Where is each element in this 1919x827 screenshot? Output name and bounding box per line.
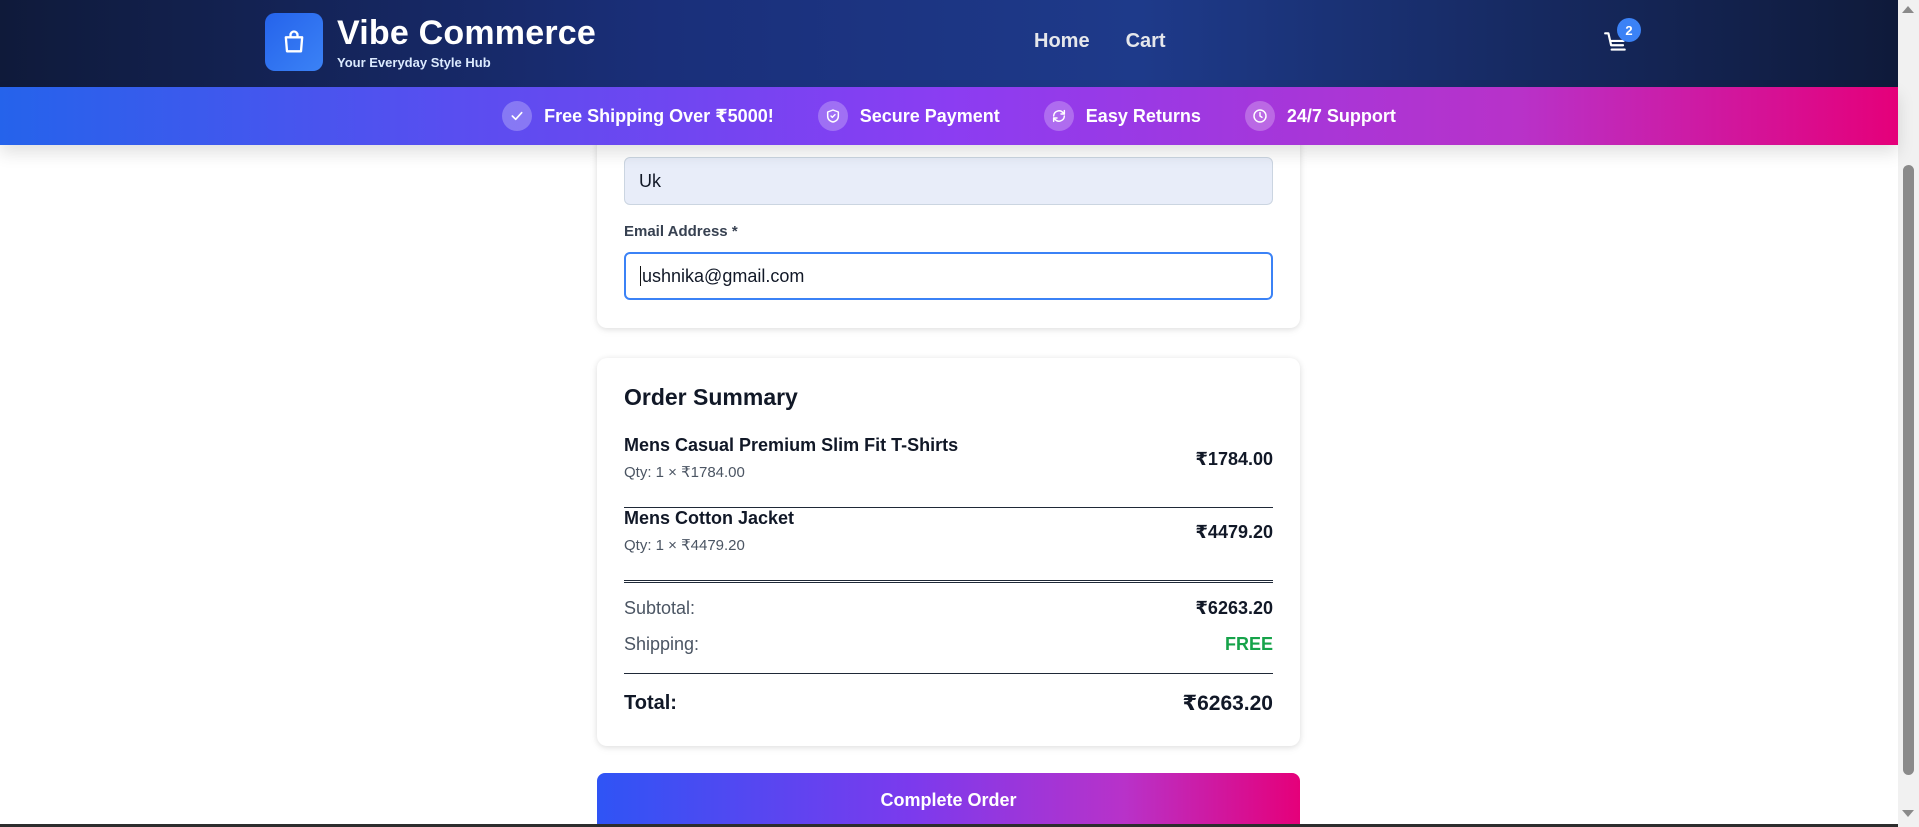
item-price: ₹1784.00 [1195,449,1273,469]
customer-info-card: Uk Email Address * ushnika@gmail.com [597,120,1300,328]
order-summary-card: Order Summary Mens Casual Premium Slim F… [597,358,1300,746]
logo[interactable] [265,13,323,71]
email-value: ushnika@gmail.com [642,265,805,286]
total-value: ₹6263.20 [1182,692,1273,715]
check-icon [502,101,533,131]
brand-tagline: Your Everyday Style Hub [337,55,491,70]
feature-secure-payment: Secure Payment [817,101,1000,131]
clock-icon [1244,101,1275,131]
shopping-bag-icon [284,30,304,53]
email-field[interactable]: ushnika@gmail.com [624,252,1273,300]
feature-label: Easy Returns [1085,105,1201,126]
cart-count-badge: 2 [1617,18,1641,42]
page-scrollbar[interactable] [1898,0,1919,827]
complete-order-button[interactable]: Complete Order [597,773,1300,827]
order-item: Mens Cotton Jacket Qty: 1 × ₹4479.20 ₹44… [624,508,1273,581]
feature-banner: Free Shipping Over ₹5000! Secure Payment… [0,87,1898,145]
item-qty: Qty: 1 × ₹1784.00 [624,464,745,481]
order-summary-title: Order Summary [624,384,798,410]
subtotal-value: ₹6263.20 [1195,598,1273,618]
total-label: Total: [624,692,677,714]
total-divider [624,673,1273,674]
feature-label: Secure Payment [859,105,1000,126]
scroll-up-arrow-icon[interactable] [1902,6,1914,13]
order-item: Mens Casual Premium Slim Fit T-Shirts Qt… [624,435,1273,508]
item-price: ₹4479.20 [1195,522,1273,542]
shield-icon [817,101,848,131]
shipping-row: Shipping: FREE [624,634,1273,655]
feature-support: 24/7 Support [1244,101,1396,131]
summary-divider [624,582,1273,583]
feature-label: Free Shipping Over ₹5000! [544,105,774,126]
name-field[interactable]: Uk [624,157,1273,205]
refresh-icon [1043,101,1074,131]
brand-name[interactable]: Vibe Commerce [337,14,596,53]
shipping-label: Shipping: [624,634,700,654]
email-label: Email Address * [624,223,738,240]
subtotal-row: Subtotal: ₹6263.20 [624,598,1273,619]
feature-easy-returns: Easy Returns [1043,101,1201,131]
item-name: Mens Cotton Jacket [624,508,795,528]
shipping-value: FREE [1224,634,1273,654]
feature-label: 24/7 Support [1286,105,1396,126]
text-caret [640,266,641,286]
total-row: Total: ₹6263.20 [624,691,1273,716]
feature-free-shipping: Free Shipping Over ₹5000! [502,101,774,131]
subtotal-label: Subtotal: [624,598,696,618]
scroll-down-arrow-icon[interactable] [1902,810,1914,817]
site-header: Vibe Commerce Your Everyday Style Hub Ho… [0,0,1898,87]
main-nav: Home Cart [1034,30,1166,53]
item-name: Mens Casual Premium Slim Fit T-Shirts [624,435,959,455]
nav-home-link[interactable]: Home [1034,30,1090,53]
scrollbar-thumb[interactable] [1903,165,1914,775]
nav-cart-link[interactable]: Cart [1126,30,1166,53]
item-qty: Qty: 1 × ₹4479.20 [624,537,745,554]
